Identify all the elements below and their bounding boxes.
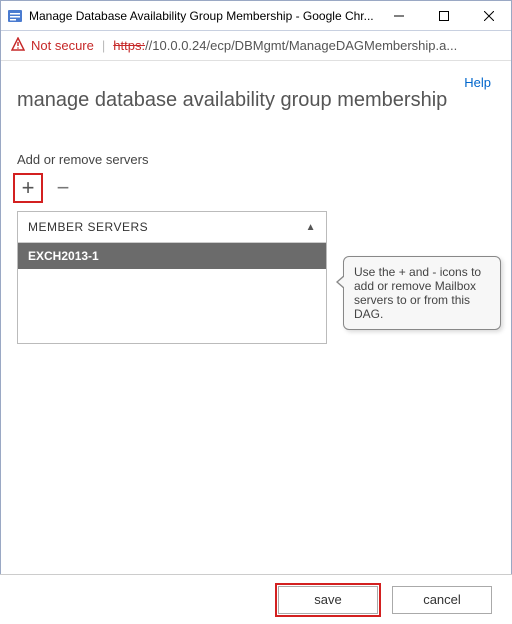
window-titlebar: Manage Database Availability Group Membe… [1,1,511,31]
url-scheme: https: [113,38,145,53]
maximize-button[interactable] [421,1,466,30]
list-header[interactable]: MEMBER SERVERS ▲ [18,212,326,243]
app-icon [7,8,23,24]
url-path[interactable]: //10.0.0.24/ecp/DBMgmt/ManageDAGMembersh… [145,38,501,53]
address-separator: | [102,38,105,53]
list-header-label: MEMBER SERVERS [28,220,148,234]
content-area: Help manage database availability group … [1,61,511,573]
window-title: Manage Database Availability Group Membe… [29,9,376,23]
page-title: manage database availability group membe… [17,89,495,112]
dialog-footer: save cancel [0,574,512,624]
member-servers-list: MEMBER SERVERS ▲ EXCH2013-1 [17,211,327,344]
close-button[interactable] [466,1,511,30]
save-button[interactable]: save [278,586,378,614]
not-secure-label[interactable]: Not secure [31,38,94,53]
callout-text: Use the + and - icons to add or remove M… [354,265,481,321]
minimize-button[interactable] [376,1,421,30]
callout-tooltip: Use the + and - icons to add or remove M… [343,256,501,330]
address-bar: Not secure | https: //10.0.0.24/ecp/DBMg… [1,31,511,61]
window-controls [376,1,511,30]
add-highlight: + [13,173,43,203]
sort-asc-icon: ▲ [306,222,316,233]
server-toolbar: + − [17,173,495,203]
list-item[interactable]: EXCH2013-1 [18,243,326,269]
list-body: EXCH2013-1 [18,243,326,343]
warning-icon [11,37,25,54]
cancel-button[interactable]: cancel [392,586,492,614]
section-label: Add or remove servers [17,152,495,167]
help-link[interactable]: Help [464,75,491,90]
add-server-button[interactable]: + [17,177,39,199]
remove-server-button[interactable]: − [53,179,73,197]
